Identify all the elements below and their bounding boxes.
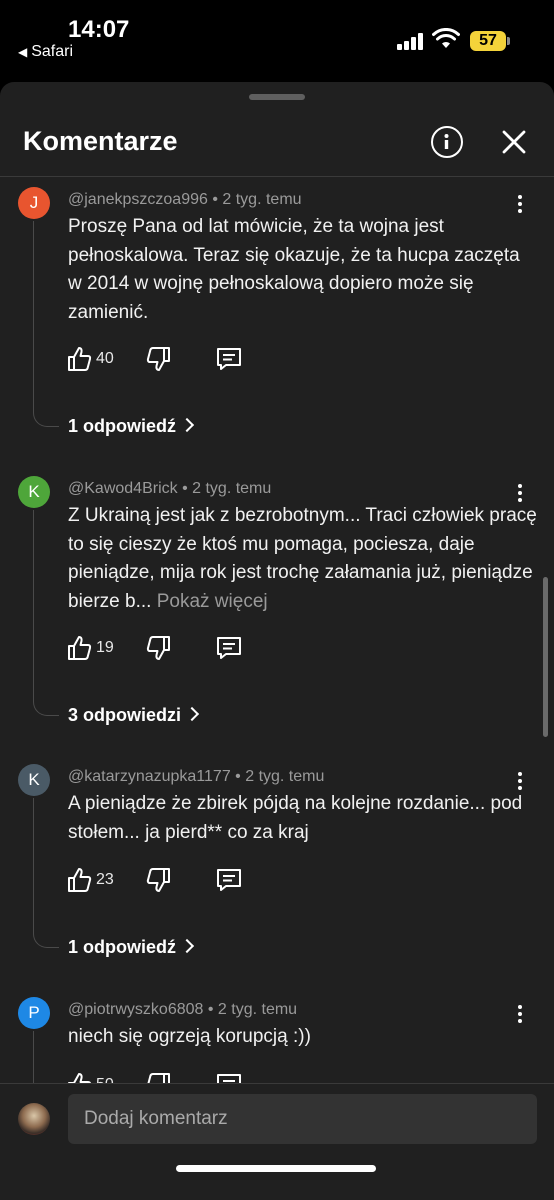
user-avatar [18, 1103, 50, 1135]
comment-actions: 23 [66, 867, 266, 893]
back-app-label: Safari [31, 43, 74, 60]
comment-author[interactable]: @Kawod4Brick [68, 480, 178, 497]
comment-input-box[interactable] [68, 1094, 537, 1144]
avatar[interactable]: K [18, 476, 50, 508]
dislike-icon[interactable] [146, 346, 172, 372]
avatar[interactable]: K [18, 764, 50, 796]
replies-label: 3 odpowiedzi [68, 705, 182, 725]
replies-label: 1 odpowiedź [68, 937, 176, 957]
comment-time: 2 tyg. temu [192, 480, 272, 497]
like-icon[interactable] [66, 1072, 92, 1083]
back-triangle-icon: ◀ [18, 45, 28, 59]
comment-author[interactable]: @janekpszczoa996 [68, 191, 208, 208]
cellular-signal-icon [397, 32, 427, 50]
thread-line [33, 221, 59, 427]
like-icon[interactable] [66, 867, 92, 893]
avatar[interactable]: P [18, 997, 50, 1029]
comments-sheet: Komentarze J @janekpszczoa996 • 2 tyg. t… [0, 82, 554, 1200]
comment-author[interactable]: @piotrwyszko6808 [68, 1001, 203, 1018]
battery-tip [507, 37, 510, 45]
thread-line [33, 1031, 59, 1083]
comment-text: Z Ukrainą jest jak z bezrobotnym... Trac… [68, 502, 538, 616]
battery-indicator: 57 [470, 31, 506, 51]
view-replies-button[interactable]: 1 odpowiedź [68, 416, 195, 437]
dislike-icon[interactable] [146, 867, 172, 893]
comment-meta: @janekpszczoa996 • 2 tyg. temu [68, 191, 302, 208]
reply-icon[interactable] [216, 1072, 242, 1083]
thread-line [33, 510, 59, 716]
avatar[interactable]: J [18, 187, 50, 219]
comment-actions: 40 [66, 346, 266, 372]
info-button[interactable] [431, 126, 463, 158]
like-count: 23 [96, 871, 114, 888]
comment-time: 2 tyg. temu [217, 1001, 298, 1018]
comment-meta: @katarzynazupka1177 • 2 tyg. temu [68, 768, 325, 785]
comment-text: Proszę Pana od lat mówicie, że ta wojna … [68, 216, 520, 323]
close-button[interactable] [500, 128, 528, 156]
comment-text-body: Z Ukrainą jest jak z bezrobotnym... Trac… [68, 505, 537, 612]
comment-time: 2 tyg. temu [245, 768, 325, 785]
like-count: 40 [96, 350, 114, 367]
view-replies-button[interactable]: 1 odpowiedź [68, 937, 195, 958]
reply-icon[interactable] [216, 635, 242, 661]
more-options-icon[interactable] [512, 195, 528, 215]
view-replies-button[interactable]: 3 odpowiedzi [68, 705, 200, 726]
thread-line [33, 798, 59, 948]
comment-composer [0, 1083, 554, 1200]
dislike-icon[interactable] [146, 1072, 172, 1083]
comment-actions: 19 [66, 635, 266, 661]
like-count: 50 [96, 1076, 114, 1083]
reply-icon[interactable] [216, 867, 242, 893]
dislike-icon[interactable] [146, 635, 172, 661]
comment-text: A pieniądze że zbirek pójdą na kolejne r… [68, 793, 523, 843]
comment-input[interactable] [68, 1094, 537, 1144]
wifi-icon [432, 28, 460, 48]
sheet-title: Komentarze [23, 126, 178, 156]
comment-meta: @Kawod4Brick • 2 tyg. temu [68, 480, 272, 497]
like-count: 19 [96, 639, 114, 656]
home-indicator [176, 1165, 376, 1172]
status-time: 14:07 [68, 16, 130, 43]
replies-label: 1 odpowiedź [68, 416, 176, 436]
comment-time: 2 tyg. temu [222, 191, 302, 208]
show-more-link[interactable]: Pokaż więcej [157, 591, 268, 612]
chevron-right-icon [179, 417, 195, 433]
sheet-grabber[interactable] [249, 94, 305, 100]
like-icon[interactable] [66, 635, 92, 661]
comment-author[interactable]: @katarzynazupka1177 [68, 768, 231, 785]
more-options-icon[interactable] [512, 484, 528, 504]
scrollbar[interactable] [543, 577, 548, 737]
chevron-right-icon [184, 706, 200, 722]
info-icon [444, 134, 449, 149]
more-options-icon[interactable] [512, 1005, 528, 1025]
comments-list[interactable]: J @janekpszczoa996 • 2 tyg. temu Proszę … [0, 177, 554, 1083]
comment-actions: 50 [66, 1072, 266, 1083]
comment-meta: @piotrwyszko6808 • 2 tyg. temu [68, 1001, 298, 1018]
more-options-icon[interactable] [512, 772, 528, 792]
back-to-app-link[interactable]: ◀ Safari [18, 43, 73, 61]
chevron-right-icon [179, 938, 195, 954]
reply-icon[interactable] [216, 346, 242, 372]
comment-text: niech się ogrzeją korupcją :)) [68, 1026, 311, 1047]
status-bar: 14:07 ◀ Safari 57 [0, 0, 554, 80]
like-icon[interactable] [66, 346, 92, 372]
